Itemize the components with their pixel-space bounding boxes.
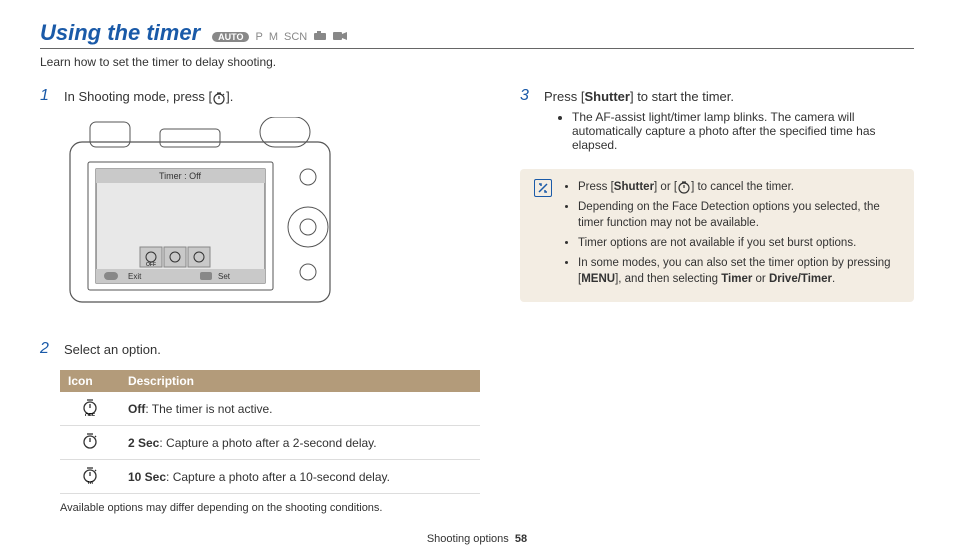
page-footer: Shooting options 58 [0, 533, 954, 545]
step-2: 2 Select an option. [40, 340, 480, 358]
step-3-bullet: The AF-assist light/timer lamp blinks. T… [572, 110, 914, 152]
left-column: 1 In Shooting mode, press []. Timer : Of… [40, 87, 480, 514]
main-columns: 1 In Shooting mode, press []. Timer : Of… [40, 87, 914, 514]
info-item: Depending on the Face Detection options … [578, 199, 900, 231]
timer-button-icon [677, 180, 691, 194]
intro-text: Learn how to set the timer to delay shoo… [40, 55, 914, 69]
options-table: Icon Description OFF Off: The timer is n… [60, 370, 480, 494]
info-box: Press [Shutter] or [] to cancel the time… [520, 169, 914, 302]
step-1-text: In Shooting mode, press []. [64, 87, 233, 105]
svg-text:OFF: OFF [146, 262, 156, 268]
mode-p-icon: P [255, 31, 262, 43]
title-row: Using the timer AUTO P M SCN [40, 20, 914, 49]
info-item: Timer options are not available if you s… [578, 235, 900, 251]
right-column: 3 Press [Shutter] to start the timer. Th… [520, 87, 914, 514]
timer-10sec-icon: 10 [60, 460, 120, 494]
th-icon: Icon [60, 370, 120, 392]
mode-m-icon: M [269, 31, 278, 43]
screen-set-label: Set [218, 272, 231, 281]
step-2-text: Select an option. [64, 340, 161, 358]
info-list: Press [Shutter] or [] to cancel the time… [578, 179, 900, 292]
svg-text:10: 10 [87, 481, 93, 484]
table-row: 10 10 Sec: Capture a photo after a 10-se… [60, 460, 480, 494]
screen-title: Timer : Off [159, 171, 202, 181]
screen-exit-label: Exit [128, 272, 142, 281]
timer-2sec-icon [60, 426, 120, 460]
timer-off-icon: OFF [60, 392, 120, 426]
step-1-number: 1 [40, 87, 54, 105]
step-3: 3 Press [Shutter] to start the timer. Th… [520, 87, 914, 155]
mode-scn-icon: SCN [284, 31, 307, 43]
mode-video-icon [333, 31, 347, 44]
mode-camera-icon [313, 31, 327, 44]
table-row: OFF Off: The timer is not active. [60, 392, 480, 426]
mode-icons: AUTO P M SCN [212, 31, 347, 44]
step-3-text: Press [Shutter] to start the timer. The … [544, 87, 914, 155]
page-title: Using the timer [40, 20, 200, 46]
th-description: Description [120, 370, 480, 392]
footer-page-number: 58 [515, 533, 527, 545]
info-item: In some modes, you can also set the time… [578, 255, 900, 287]
info-icon [534, 179, 552, 197]
svg-text:OFF: OFF [85, 413, 95, 416]
table-footnote: Available options may differ depending o… [60, 502, 480, 514]
table-row: 2 Sec: Capture a photo after a 2-second … [60, 426, 480, 460]
step-3-number: 3 [520, 87, 534, 155]
footer-section: Shooting options [427, 533, 509, 545]
camera-illustration: Timer : Off OFF Exit Set [60, 117, 340, 317]
info-item: Press [Shutter] or [] to cancel the time… [578, 179, 900, 195]
camera-diagram: Timer : Off OFF Exit Set [60, 117, 480, 320]
timer-button-icon [212, 91, 226, 105]
mode-auto-icon: AUTO [212, 32, 249, 42]
step-2-number: 2 [40, 340, 54, 358]
step-1: 1 In Shooting mode, press []. [40, 87, 480, 105]
